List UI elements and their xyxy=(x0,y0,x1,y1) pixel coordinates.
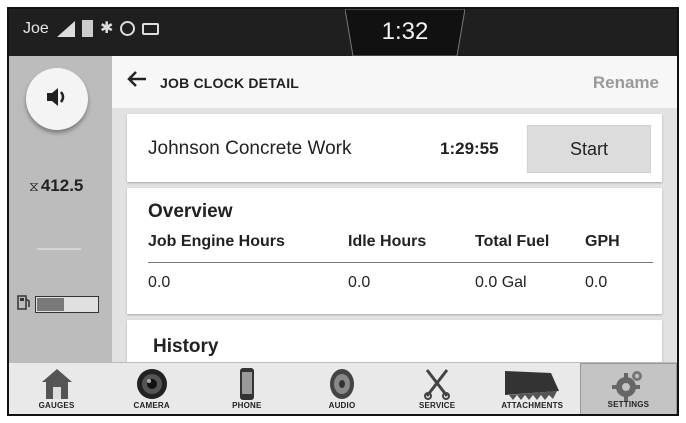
phone-icon xyxy=(230,367,264,406)
col-header-total-fuel: Total Fuel xyxy=(475,233,550,250)
main-content[interactable]: Johnson Concrete Work 1:29:55 Start Over… xyxy=(112,108,677,362)
nav-item-phone[interactable]: PHONE xyxy=(199,363,294,414)
status-user-name: Joe xyxy=(23,20,49,37)
page-header: JOB CLOCK DETAIL Rename xyxy=(112,56,677,109)
service-icon xyxy=(420,367,454,406)
fuel-level-bar xyxy=(35,296,99,313)
nav-item-settings[interactable]: SETTINGS xyxy=(579,363,677,414)
nav-item-service[interactable]: SERVICE xyxy=(390,363,485,414)
battery-icon xyxy=(82,20,93,37)
camera-icon xyxy=(135,367,169,406)
job-name: Johnson Concrete Work xyxy=(148,138,352,159)
bottom-nav: GAUGES CAMERA PHONE AUDIO SERVICE ATTACH… xyxy=(9,362,677,414)
overview-card: Overview Job Engine Hours Idle Hours Tot… xyxy=(127,188,662,314)
start-button[interactable]: Start xyxy=(527,125,651,173)
rail-divider xyxy=(37,248,81,250)
volume-button[interactable] xyxy=(26,68,88,130)
col-header-gph: GPH xyxy=(585,233,620,250)
bluetooth-icon: ✱ xyxy=(100,19,114,37)
value-job-engine-hours: 0.0 xyxy=(148,274,171,291)
message-icon xyxy=(142,22,160,35)
engine-hours: ⧖ 412.5 xyxy=(29,176,83,196)
left-rail: ⧖ 412.5 xyxy=(9,56,112,362)
fuel-gauge xyxy=(17,294,99,315)
signal-icon xyxy=(57,20,75,37)
history-card[interactable]: History xyxy=(127,320,662,362)
clock-icon xyxy=(120,21,136,36)
hourglass-icon: ⧖ xyxy=(29,178,39,194)
value-total-fuel: 0.0 Gal xyxy=(475,274,527,291)
gauges-icon xyxy=(40,367,74,406)
overview-title: Overview xyxy=(148,201,233,222)
speaker-icon xyxy=(45,86,69,113)
page-title: JOB CLOCK DETAIL xyxy=(160,75,300,91)
audio-icon xyxy=(325,367,359,406)
nav-item-attachments[interactable]: ATTACHMENTS xyxy=(485,363,580,414)
engine-hours-value: 412.5 xyxy=(40,176,84,195)
job-elapsed-time: 1:29:55 xyxy=(440,139,499,158)
nav-item-audio[interactable]: AUDIO xyxy=(294,363,389,414)
back-arrow-icon[interactable] xyxy=(126,70,148,93)
col-header-job-engine-hours: Job Engine Hours xyxy=(148,233,285,250)
value-gph: 0.0 xyxy=(585,274,608,291)
history-title: History xyxy=(153,336,219,357)
value-idle-hours: 0.0 xyxy=(348,274,371,291)
attachments-icon xyxy=(501,367,563,406)
overview-divider xyxy=(148,262,653,263)
settings-icon xyxy=(611,368,645,407)
fuel-level-fill xyxy=(37,298,64,311)
status-icons: ✱ xyxy=(57,19,160,37)
rename-button[interactable]: Rename xyxy=(593,73,659,93)
device-screen: Joe ✱ 1:32 ⧖ 412.5 JOB CLOCK DETAIL Rena… xyxy=(7,7,679,416)
col-header-idle-hours: Idle Hours xyxy=(348,233,427,250)
fuel-pump-icon xyxy=(17,294,31,315)
nav-item-camera[interactable]: CAMERA xyxy=(104,363,199,414)
job-card: Johnson Concrete Work 1:29:55 Start xyxy=(127,114,662,182)
status-bar: Joe ✱ 1:32 xyxy=(9,9,677,56)
nav-item-gauges[interactable]: GAUGES xyxy=(9,363,104,414)
status-time: 1:32 xyxy=(381,18,429,45)
